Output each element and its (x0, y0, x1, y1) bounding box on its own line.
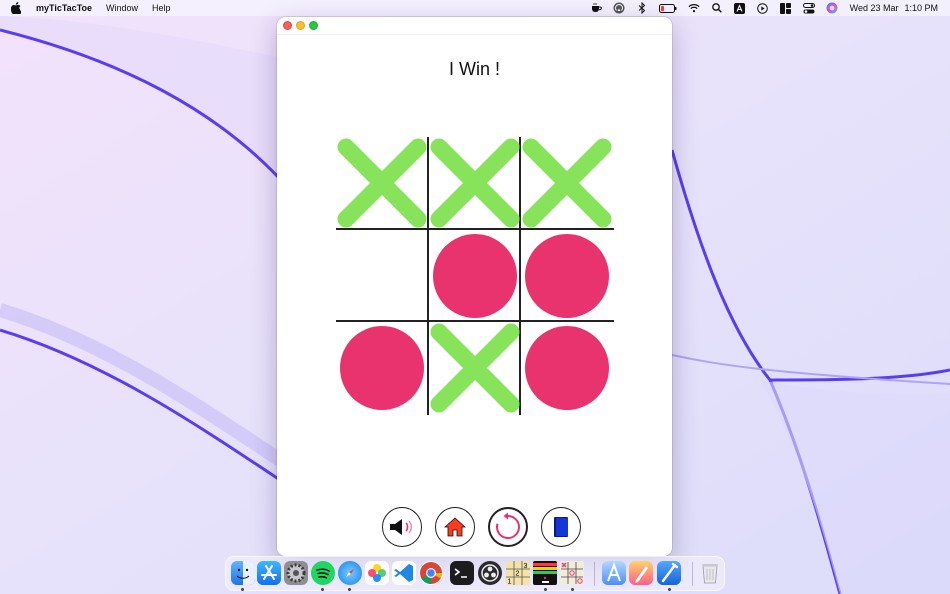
photos-icon[interactable] (365, 561, 389, 585)
app-window: I Win ! (277, 17, 672, 556)
dock-separator (692, 562, 693, 586)
game-controls (277, 507, 672, 547)
chrome-icon[interactable] (419, 561, 443, 585)
restart-icon (496, 512, 520, 539)
running-indicator (571, 588, 574, 591)
menu-bar: myTicTacToe Window Help Wed 23 Mar 1:10 … (0, 0, 950, 16)
tictactoe-icon[interactable] (560, 561, 584, 585)
book-button[interactable] (541, 507, 581, 547)
play-icon[interactable] (757, 2, 769, 14)
wifi-icon[interactable] (688, 2, 700, 14)
book-icon (554, 517, 568, 537)
running-indicator (241, 588, 244, 591)
safari-icon[interactable] (338, 561, 362, 585)
close-window-button[interactable] (283, 21, 292, 30)
running-indicator (668, 588, 671, 591)
clock-time: 1:10 PM (904, 3, 938, 13)
x-mark (430, 323, 520, 413)
board-cell-9[interactable] (521, 322, 613, 414)
battery-icon[interactable] (658, 2, 677, 14)
o-mark (340, 326, 424, 410)
dock: 321 (225, 556, 725, 591)
bluetooth-icon[interactable] (636, 2, 648, 14)
board-cell-7[interactable] (336, 322, 428, 414)
zoom-window-button[interactable] (309, 21, 318, 30)
board-cell-4[interactable] (336, 230, 428, 322)
o-mark (433, 234, 517, 318)
finder-icon[interactable] (231, 561, 255, 585)
airplay-icon[interactable] (613, 2, 625, 14)
system-preferences-icon[interactable] (284, 561, 308, 585)
keyboard-input-icon[interactable] (734, 2, 746, 14)
sound-button[interactable] (382, 507, 422, 547)
vscode-icon[interactable] (392, 561, 416, 585)
window-titlebar[interactable] (277, 17, 672, 35)
menu-bar-clock[interactable]: Wed 23 Mar 1:10 PM (850, 3, 938, 13)
board-cell-8[interactable] (429, 322, 521, 414)
xcode-icon[interactable] (657, 561, 681, 585)
siri-icon[interactable] (826, 2, 838, 14)
game-board (336, 137, 614, 415)
x-mark (337, 138, 427, 228)
board-cell-2[interactable] (429, 137, 521, 229)
svg-text:3: 3 (524, 563, 528, 570)
spotify-icon[interactable] (311, 561, 335, 585)
xcode-instruments-icon[interactable] (602, 561, 626, 585)
board-cell-3[interactable] (521, 137, 613, 229)
home-button[interactable] (435, 507, 475, 547)
svg-text:2: 2 (516, 571, 520, 578)
terminal-icon[interactable] (450, 561, 474, 585)
spotlight-search-icon[interactable] (711, 2, 723, 14)
window-layout-icon[interactable] (780, 2, 792, 14)
clock-day: Wed 23 Mar (849, 3, 899, 13)
app-menu[interactable]: myTicTacToe (36, 3, 92, 13)
x-mark (522, 138, 612, 228)
app-store-icon[interactable] (257, 561, 281, 585)
running-indicator (321, 588, 324, 591)
running-indicator (544, 588, 547, 591)
trash-icon[interactable] (698, 561, 722, 585)
control-center-icon[interactable] (802, 2, 815, 14)
arkanoid-icon[interactable] (533, 561, 557, 585)
window-menu[interactable]: Window (106, 3, 138, 13)
sudoku-icon[interactable]: 321 (506, 561, 530, 585)
restart-button[interactable] (488, 507, 528, 547)
running-indicator (348, 588, 351, 591)
sound-icon (390, 519, 412, 535)
apple-menu-icon[interactable] (11, 2, 25, 14)
help-menu[interactable]: Help (152, 3, 171, 13)
svg-text:1: 1 (508, 579, 512, 586)
coffee-icon[interactable] (590, 2, 602, 14)
obs-icon[interactable] (478, 561, 502, 585)
board-cell-6[interactable] (521, 230, 613, 322)
pixelmator-icon[interactable] (629, 561, 653, 585)
dock-separator (594, 562, 595, 586)
game-status-text: I Win ! (448, 59, 500, 79)
home-icon (444, 517, 466, 537)
o-mark (525, 234, 609, 318)
board-cell-5[interactable] (429, 230, 521, 322)
minimize-window-button[interactable] (296, 21, 305, 30)
board-cell-1[interactable] (336, 137, 428, 229)
x-mark (430, 138, 520, 228)
o-mark (525, 326, 609, 410)
